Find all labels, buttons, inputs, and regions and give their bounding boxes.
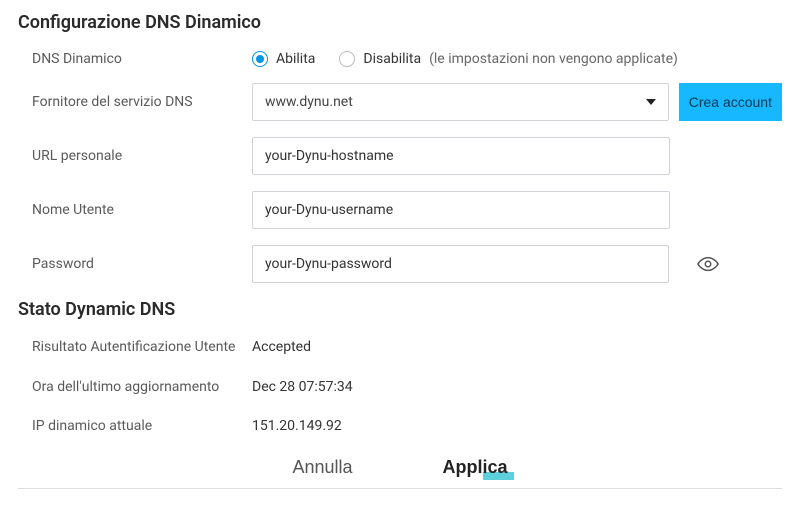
radio-disable-indicator	[339, 51, 355, 67]
username-input[interactable]: your-Dynu-username	[252, 191, 670, 229]
username-value: your-Dynu-username	[265, 202, 393, 218]
radio-enable-indicator	[252, 51, 268, 67]
label-current-ip: IP dinamico attuale	[32, 417, 252, 437]
cancel-button[interactable]: Annulla	[292, 457, 352, 478]
eye-icon[interactable]	[697, 253, 719, 275]
footer-actions: Annulla Applica	[18, 457, 782, 489]
row-last-update: Ora dell'ultimo aggiornamento Dec 28 07:…	[18, 378, 782, 398]
label-provider: Fornitore del servizio DNS	[32, 94, 252, 110]
url-input[interactable]: your-Dynu-hostname	[252, 137, 670, 175]
radio-disable[interactable]: Disabilita (le impostazioni non vengono …	[339, 51, 677, 67]
row-password: Password your-Dynu-password	[18, 245, 782, 283]
config-section-title: Configurazione DNS Dinamico	[18, 12, 782, 33]
status-section-title: Stato Dynamic DNS	[18, 299, 782, 320]
label-url: URL personale	[32, 148, 252, 164]
ddns-radio-group: Abilita Disabilita (le impostazioni non …	[252, 51, 678, 67]
row-auth-result: Risultato Autentificazione Utente Accept…	[18, 338, 782, 358]
password-input[interactable]: your-Dynu-password	[252, 245, 669, 283]
provider-select[interactable]: www.dynu.net	[252, 83, 669, 121]
url-value: your-Dynu-hostname	[265, 148, 394, 164]
value-current-ip: 151.20.149.92	[252, 417, 342, 434]
chevron-down-icon	[646, 99, 656, 105]
label-username: Nome Utente	[32, 202, 252, 218]
row-url: URL personale your-Dynu-hostname	[18, 137, 782, 175]
label-last-update: Ora dell'ultimo aggiornamento	[32, 378, 252, 398]
row-current-ip: IP dinamico attuale 151.20.149.92	[18, 417, 782, 437]
radio-enable[interactable]: Abilita	[252, 51, 315, 67]
apply-button[interactable]: Applica	[443, 457, 508, 478]
row-username: Nome Utente your-Dynu-username	[18, 191, 782, 229]
value-auth-result: Accepted	[252, 338, 311, 355]
radio-enable-label: Abilita	[276, 51, 315, 67]
row-ddns-mode: DNS Dinamico Abilita Disabilita (le impo…	[18, 51, 782, 67]
radio-disable-note: (le impostazioni non vengono applicate)	[429, 51, 678, 67]
value-last-update: Dec 28 07:57:34	[252, 378, 353, 395]
label-password: Password	[32, 256, 252, 272]
password-value: your-Dynu-password	[265, 256, 392, 272]
provider-selected-value: www.dynu.net	[265, 94, 353, 110]
radio-disable-label: Disabilita	[363, 51, 421, 67]
label-ddns: DNS Dinamico	[32, 51, 252, 67]
row-provider: Fornitore del servizio DNS www.dynu.net …	[18, 83, 782, 121]
create-account-button[interactable]: Crea account	[679, 83, 782, 121]
label-auth-result: Risultato Autentificazione Utente	[32, 338, 252, 358]
